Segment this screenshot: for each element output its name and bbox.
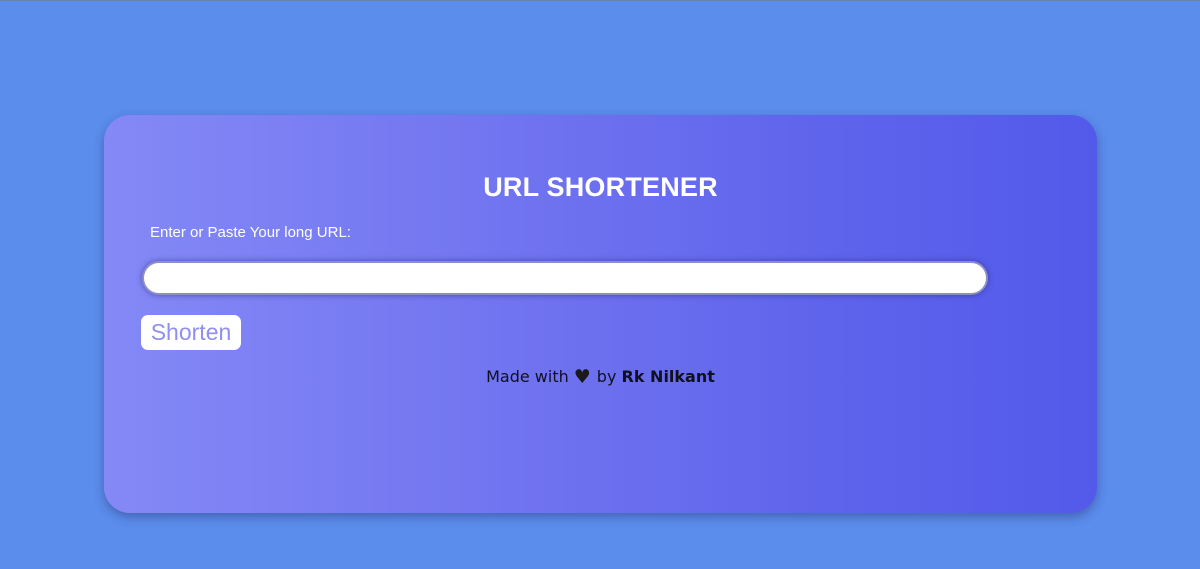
footer-made-with: Made with bbox=[486, 367, 569, 386]
footer-by: by bbox=[596, 367, 617, 386]
long-url-input[interactable] bbox=[142, 261, 988, 295]
url-input-label: Enter or Paste Your long URL: bbox=[150, 224, 351, 241]
page-title: URL SHORTENER bbox=[483, 172, 718, 202]
url-shortener-card: URL SHORTENER Enter or Paste Your long U… bbox=[104, 115, 1097, 513]
footer-author: Rk Nilkant bbox=[621, 367, 715, 386]
heart-icon: ♥ bbox=[573, 366, 591, 388]
shorten-button[interactable]: Shorten bbox=[141, 315, 241, 350]
footer-credit: Made with ♥ by Rk Nilkant bbox=[104, 366, 1097, 388]
